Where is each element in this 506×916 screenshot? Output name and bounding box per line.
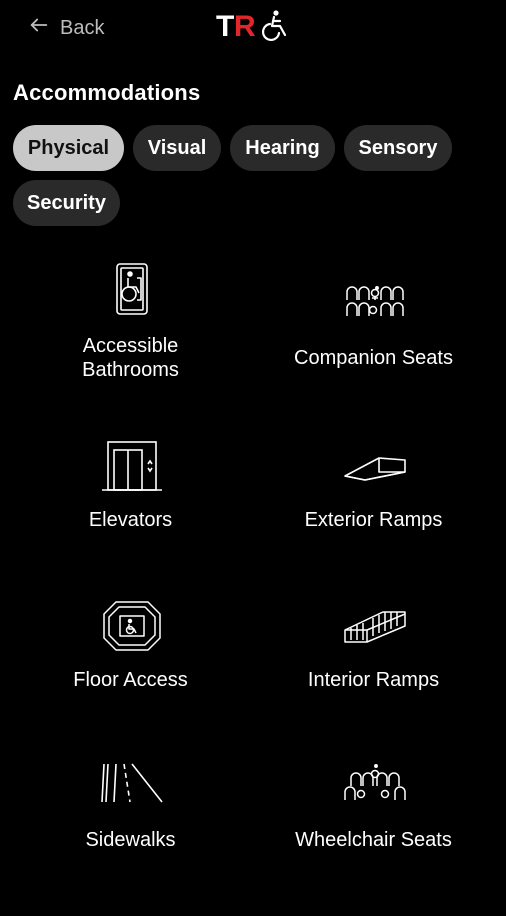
item-label: Companion Seats [294, 347, 453, 369]
item-elevators[interactable]: Elevators [4, 436, 257, 596]
svg-text:T: T [216, 10, 234, 42]
wheelchair-seats-icon [343, 760, 407, 816]
section-title: Accommodations [13, 80, 201, 105]
elevator-icon [100, 438, 164, 494]
item-interior-ramps[interactable]: Interior Ramps [247, 596, 500, 756]
item-accessible-bathrooms[interactable]: Accessible Bathrooms [4, 258, 257, 418]
companion-seats-icon [343, 274, 407, 330]
svg-text:R: R [234, 10, 256, 42]
tab-visual[interactable]: Visual [133, 125, 221, 171]
exterior-ramp-icon [343, 448, 407, 504]
interior-ramp-icon [343, 602, 407, 658]
item-label: Wheelchair Seats [295, 829, 452, 851]
sidewalk-icon [100, 760, 164, 816]
accessible-bathroom-icon [100, 260, 164, 316]
item-companion-seats[interactable]: Companion Seats [247, 258, 500, 418]
app-logo: T R [216, 8, 290, 43]
item-label: Exterior Ramps [304, 509, 443, 531]
item-label: Interior Ramps [307, 669, 440, 691]
top-bar: Back T R [0, 0, 506, 56]
item-floor-access[interactable]: Floor Access [4, 596, 257, 756]
item-label: Floor Access [73, 669, 188, 691]
tab-sensory[interactable]: Sensory [344, 125, 452, 171]
tab-hearing[interactable]: Hearing [230, 125, 335, 171]
item-exterior-ramps[interactable]: Exterior Ramps [247, 436, 500, 596]
back-label: Back [60, 16, 105, 39]
floor-access-icon [100, 598, 164, 654]
tab-physical[interactable]: Physical [13, 125, 124, 171]
item-label: Elevators [88, 509, 173, 531]
item-label: Sidewalks [85, 829, 176, 851]
back-button[interactable]: Back [28, 14, 104, 42]
item-sidewalks[interactable]: Sidewalks [4, 756, 257, 916]
item-wheelchair-seats[interactable]: Wheelchair Seats [247, 756, 500, 916]
tab-security[interactable]: Security [13, 180, 120, 226]
item-label: Accessible Bathrooms [82, 335, 179, 381]
back-arrow-icon [28, 14, 50, 42]
